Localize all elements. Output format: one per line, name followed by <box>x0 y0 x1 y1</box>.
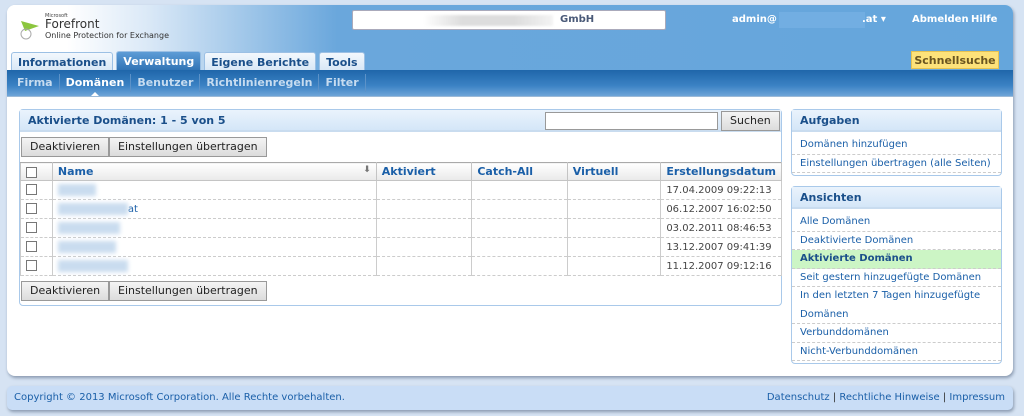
creation-date: 17.04.2009 09:22:13 <box>660 180 782 200</box>
quick-search-button[interactable]: Schnellsuche <box>911 51 999 69</box>
tasks-panel: Aufgaben Domänen hinzufügen Einstellunge… <box>791 109 1002 176</box>
deactivate-button-top[interactable]: Deaktivieren <box>21 137 110 157</box>
subnav-filter[interactable]: Filter <box>319 74 366 92</box>
task-transfer-all[interactable]: Einstellungen übertragen (alle Seiten) <box>792 155 1001 173</box>
tab-eigene-berichte[interactable]: Eigene Berichte <box>204 52 317 71</box>
domain-name[interactable] <box>51 180 377 200</box>
creation-date: 11.12.2007 09:12:16 <box>660 256 782 276</box>
select-all-checkbox[interactable] <box>26 166 37 178</box>
company-name-field: GmbH <box>352 10 666 30</box>
table-header: Name ⬇ Aktiviert Catch-All Virtuell Erste… <box>20 162 782 181</box>
domain-name[interactable] <box>51 237 377 257</box>
copyright: Copyright © 2013 Microsoft Corporation. … <box>14 392 345 403</box>
legal-link[interactable]: Rechtliche Hinweise <box>839 392 939 403</box>
transfer-settings-button-bottom[interactable]: Einstellungen übertragen <box>109 281 267 301</box>
footer: Copyright © 2013 Microsoft Corporation. … <box>7 386 1013 410</box>
views-panel: Ansichten Alle Domänen Deaktivierte Domä… <box>791 186 1002 364</box>
table-row: 03.02.2011 08:46:53 <box>20 218 782 238</box>
creation-date: 03.02.2011 08:46:53 <box>660 218 782 238</box>
logout-link[interactable]: Abmelden <box>912 14 969 25</box>
subnav-domaenen[interactable]: Domänen <box>60 74 132 96</box>
chevron-down-icon: ▾ <box>880 14 886 25</box>
content: Aktivierte Domänen: 1 - 5 von 5 Suchen D… <box>7 96 1013 376</box>
header: Microsoft Forefront Online Protection fo… <box>7 5 1013 71</box>
privacy-link[interactable]: Datenschutz <box>767 392 830 403</box>
view-federated[interactable]: Verbunddomänen <box>792 324 1001 343</box>
transfer-settings-button-top[interactable]: Einstellungen übertragen <box>109 137 267 157</box>
user-menu[interactable]: admin@ <box>732 14 777 25</box>
table-row: 13.12.2007 09:41:39 <box>20 237 782 257</box>
col-erstellungsdatum[interactable]: Erstellungsdatum <box>660 162 782 181</box>
search-input[interactable] <box>545 112 718 130</box>
imprint-link[interactable]: Impressum <box>949 392 1005 403</box>
user-menu-suffix[interactable]: .at ▾ <box>862 14 886 25</box>
col-virtuell[interactable]: Virtuell <box>566 162 662 181</box>
sub-navigation: Firma Domänen Benutzer Richtlinienregeln… <box>7 70 1013 96</box>
creation-date: 13.12.2007 09:41:39 <box>660 237 782 257</box>
subnav-benutzer[interactable]: Benutzer <box>131 74 201 92</box>
tab-verwaltung[interactable]: Verwaltung <box>116 51 202 71</box>
subnav-richtlinienregeln[interactable]: Richtlinienregeln <box>200 74 320 92</box>
view-last-7-days-cont[interactable]: Domänen <box>792 306 1001 324</box>
user-redacted <box>779 12 865 28</box>
tab-informationen[interactable]: Informationen <box>11 52 114 71</box>
table-row: 11.12.2007 09:12:16 <box>20 256 782 276</box>
view-all[interactable]: Alle Domänen <box>792 213 1001 232</box>
row-checkbox[interactable] <box>26 260 37 272</box>
row-checkbox[interactable] <box>26 222 37 234</box>
subnav-firma[interactable]: Firma <box>11 74 60 92</box>
view-last-7-days[interactable]: In den letzten 7 Tagen hinzugefügte <box>792 287 1001 306</box>
main-tabs: Informationen Verwaltung Eigene Berichte… <box>11 51 365 71</box>
views-title: Ansichten <box>792 187 1001 209</box>
view-deactivated[interactable]: Deaktivierte Domänen <box>792 232 1001 250</box>
view-activated[interactable]: Aktivierte Domänen <box>792 250 1001 269</box>
view-non-federated[interactable]: Nicht-Verbunddomänen <box>792 343 1001 361</box>
col-name[interactable]: Name ⬇ <box>51 162 377 181</box>
row-checkbox[interactable] <box>26 241 37 253</box>
domain-name[interactable] <box>51 218 377 238</box>
col-catch-all[interactable]: Catch-All <box>471 162 568 181</box>
table-row: at 06.12.2007 16:02:50 <box>20 199 782 219</box>
forefront-logo-icon <box>20 21 39 40</box>
col-aktiviert[interactable]: Aktiviert <box>375 162 473 181</box>
help-link[interactable]: Hilfe <box>971 14 997 25</box>
task-add-domains[interactable]: Domänen hinzufügen <box>792 136 1001 155</box>
domain-name[interactable] <box>51 256 377 276</box>
search-button[interactable]: Suchen <box>721 111 780 131</box>
table-row: 17.04.2009 09:22:13 <box>20 180 782 200</box>
deactivate-button-bottom[interactable]: Deaktivieren <box>21 281 110 301</box>
tasks-title: Aufgaben <box>792 110 1001 132</box>
view-since-yesterday[interactable]: Seit gestern hinzugefügte Domänen <box>792 269 1001 287</box>
domains-panel: Aktivierte Domänen: 1 - 5 von 5 Suchen D… <box>19 109 782 306</box>
sort-arrow-icon: ⬇ <box>363 165 371 175</box>
row-checkbox[interactable] <box>26 203 37 215</box>
row-checkbox[interactable] <box>26 184 37 196</box>
domain-name[interactable]: at <box>51 199 377 219</box>
domains-table: Name ⬇ Aktiviert Catch-All Virtuell Erste… <box>20 162 782 276</box>
app-window: Microsoft Forefront Online Protection fo… <box>7 5 1013 376</box>
creation-date: 06.12.2007 16:02:50 <box>660 199 782 219</box>
tab-tools[interactable]: Tools <box>319 52 365 71</box>
